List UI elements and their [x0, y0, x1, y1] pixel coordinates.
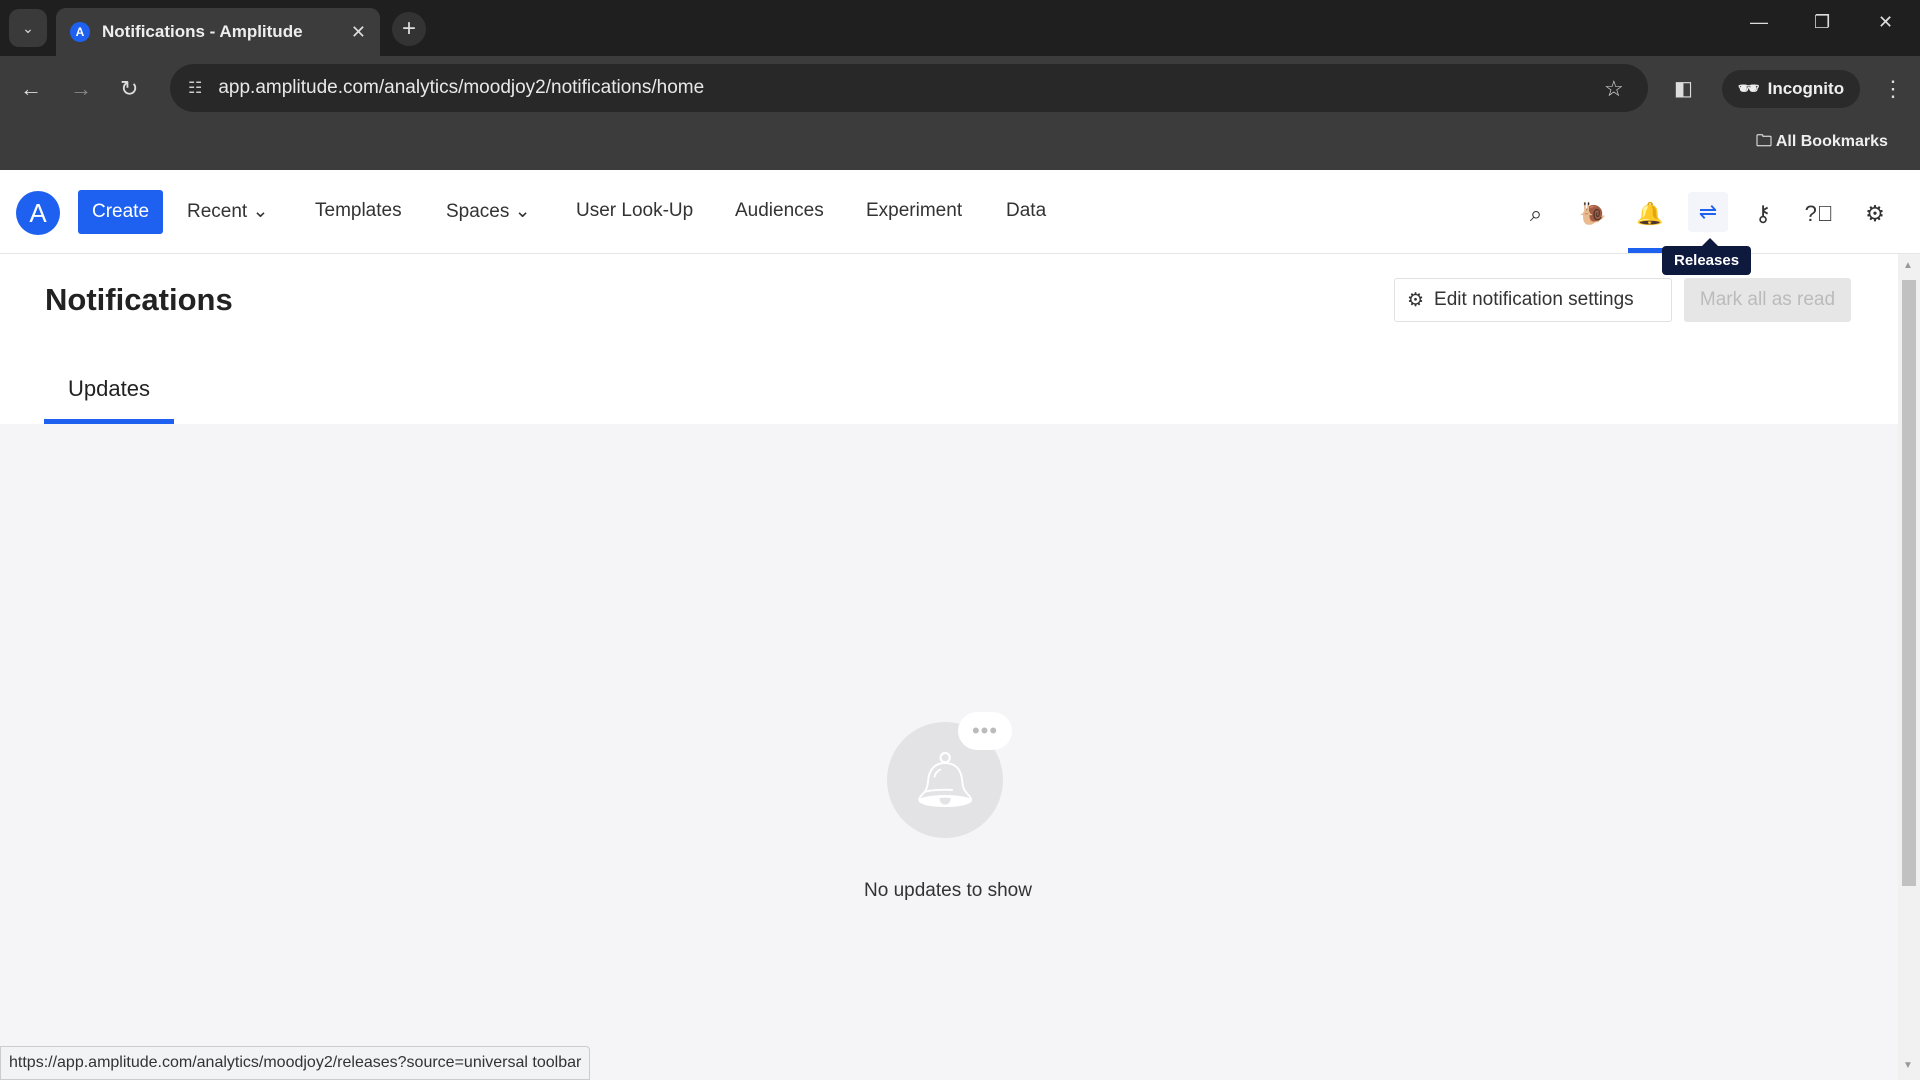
scrollbar-thumb[interactable]: [1902, 280, 1916, 886]
gear-icon: ⚙: [1407, 289, 1425, 311]
snail-icon[interactable]: 🐌: [1575, 196, 1611, 232]
address-bar[interactable]: ☷ app.amplitude.com/analytics/moodjoy2/n…: [170, 64, 1648, 112]
chevron-down-icon: ⌄: [252, 201, 269, 222]
tab-updates[interactable]: Updates: [44, 376, 174, 424]
close-window-icon[interactable]: ✕: [1878, 12, 1893, 33]
minimize-icon[interactable]: —: [1750, 12, 1768, 33]
help-icon[interactable]: ?⃝: [1801, 196, 1837, 232]
releases-icon[interactable]: ⇌: [1688, 192, 1728, 232]
nav-data[interactable]: Data: [1006, 200, 1046, 222]
key-icon[interactable]: ⚷: [1745, 196, 1781, 232]
scrollbar[interactable]: ▲ ▼: [1898, 254, 1920, 1080]
site-settings-icon[interactable]: ☷: [188, 78, 202, 98]
amplitude-favicon-icon: A: [70, 22, 90, 42]
nav-recent[interactable]: Recent ⌄: [187, 200, 268, 223]
nav-user-lookup[interactable]: User Look-Up: [576, 200, 693, 222]
nav-spaces[interactable]: Spaces ⌄: [446, 200, 531, 223]
incognito-icon: 🕶: [1738, 79, 1760, 98]
close-tab-icon[interactable]: ✕: [351, 22, 366, 43]
scroll-down-icon[interactable]: ▼: [1903, 1060, 1913, 1071]
releases-tooltip: Releases: [1662, 238, 1752, 275]
browser-tab-bar: ⌄ A Notifications - Amplitude ✕ + — ❐ ✕: [0, 0, 1920, 56]
app-nav: A Create Recent ⌄ Templates Spaces ⌄ Use…: [0, 170, 1920, 254]
amplitude-logo[interactable]: A: [16, 191, 60, 235]
browser-toolbar: ← → ↻ ☷ app.amplitude.com/analytics/mood…: [0, 56, 1920, 170]
bell-icon[interactable]: 🔔: [1632, 196, 1668, 232]
incognito-badge[interactable]: 🕶 Incognito: [1722, 70, 1861, 108]
scroll-up-icon[interactable]: ▲: [1903, 260, 1913, 271]
chevron-down-icon: ⌄: [514, 201, 531, 222]
tab-search-button[interactable]: ⌄: [9, 9, 47, 47]
url-text: app.amplitude.com/analytics/moodjoy2/not…: [218, 77, 705, 98]
edit-settings-label: Edit notification settings: [1434, 289, 1634, 310]
page-title: Notifications: [45, 282, 233, 317]
mark-all-read-button[interactable]: Mark all as read: [1684, 278, 1851, 322]
gear-icon[interactable]: ⚙: [1857, 196, 1893, 232]
bookmarks-label: All Bookmarks: [1775, 133, 1888, 150]
nav-templates[interactable]: Templates: [315, 200, 402, 222]
incognito-label: Incognito: [1767, 79, 1845, 98]
active-indicator: [1628, 248, 1664, 253]
forward-icon[interactable]: →: [70, 76, 92, 102]
tab-title: Notifications - Amplitude: [102, 22, 303, 41]
nav-experiment[interactable]: Experiment: [866, 200, 962, 222]
empty-state-text: No updates to show: [864, 880, 1032, 901]
bookmark-star-icon[interactable]: ☆: [1604, 76, 1624, 102]
create-button[interactable]: Create: [78, 190, 163, 234]
browser-tab[interactable]: A Notifications - Amplitude ✕: [56, 8, 380, 56]
back-icon[interactable]: ←: [20, 76, 42, 102]
chat-bubble-icon: •••: [958, 712, 1012, 750]
folder-icon: 🗀: [1756, 133, 1776, 150]
status-bar-url: https://app.amplitude.com/analytics/mood…: [0, 1046, 591, 1080]
new-tab-button[interactable]: +: [392, 12, 426, 46]
side-panel-icon[interactable]: ◧: [1674, 76, 1693, 101]
reload-icon[interactable]: ↻: [120, 76, 138, 102]
menu-icon[interactable]: ⋮: [1882, 76, 1904, 102]
search-icon[interactable]: ⌕: [1518, 196, 1554, 232]
edit-notification-settings-button[interactable]: ⚙ Edit notification settings: [1394, 278, 1672, 322]
nav-audiences[interactable]: Audiences: [735, 200, 824, 222]
restore-icon[interactable]: ❐: [1814, 12, 1830, 33]
all-bookmarks[interactable]: 🗀 All Bookmarks: [1756, 130, 1888, 157]
